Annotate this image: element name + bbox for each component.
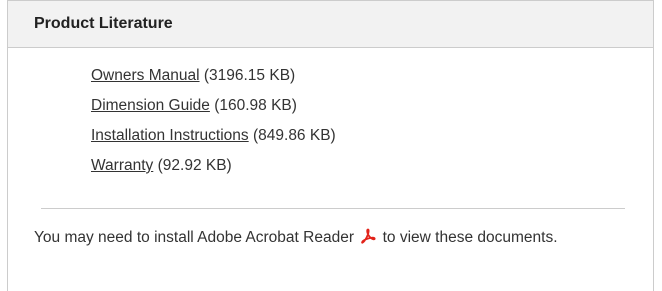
panel-header: Product Literature bbox=[8, 0, 653, 48]
note-text-after: to view these documents. bbox=[382, 229, 558, 246]
list-item: Warranty (92.92 KB) bbox=[91, 154, 336, 184]
owners-manual-link[interactable]: Owners Manual bbox=[91, 67, 200, 84]
file-size: (3196.15 KB) bbox=[203, 67, 296, 84]
installation-instructions-link[interactable]: Installation Instructions bbox=[91, 127, 249, 144]
panel-title: Product Literature bbox=[34, 15, 173, 32]
file-size: (92.92 KB) bbox=[157, 157, 232, 174]
list-item: Dimension Guide (160.98 KB) bbox=[91, 94, 336, 124]
adobe-pdf-icon[interactable] bbox=[360, 228, 376, 250]
document-list: Owners Manual (3196.15 KB) Dimension Gui… bbox=[91, 64, 336, 184]
acrobat-note: You may need to install Adobe Acrobat Re… bbox=[34, 228, 624, 250]
divider bbox=[41, 208, 625, 209]
warranty-link[interactable]: Warranty bbox=[91, 157, 153, 174]
list-item: Owners Manual (3196.15 KB) bbox=[91, 64, 336, 94]
list-item: Installation Instructions (849.86 KB) bbox=[91, 124, 336, 154]
product-literature-panel: Product Literature Owners Manual (3196.1… bbox=[7, 0, 654, 291]
note-text-before: You may need to install Adobe Acrobat Re… bbox=[34, 229, 354, 246]
file-size: (160.98 KB) bbox=[214, 97, 297, 114]
dimension-guide-link[interactable]: Dimension Guide bbox=[91, 97, 210, 114]
file-size: (849.86 KB) bbox=[252, 127, 336, 144]
